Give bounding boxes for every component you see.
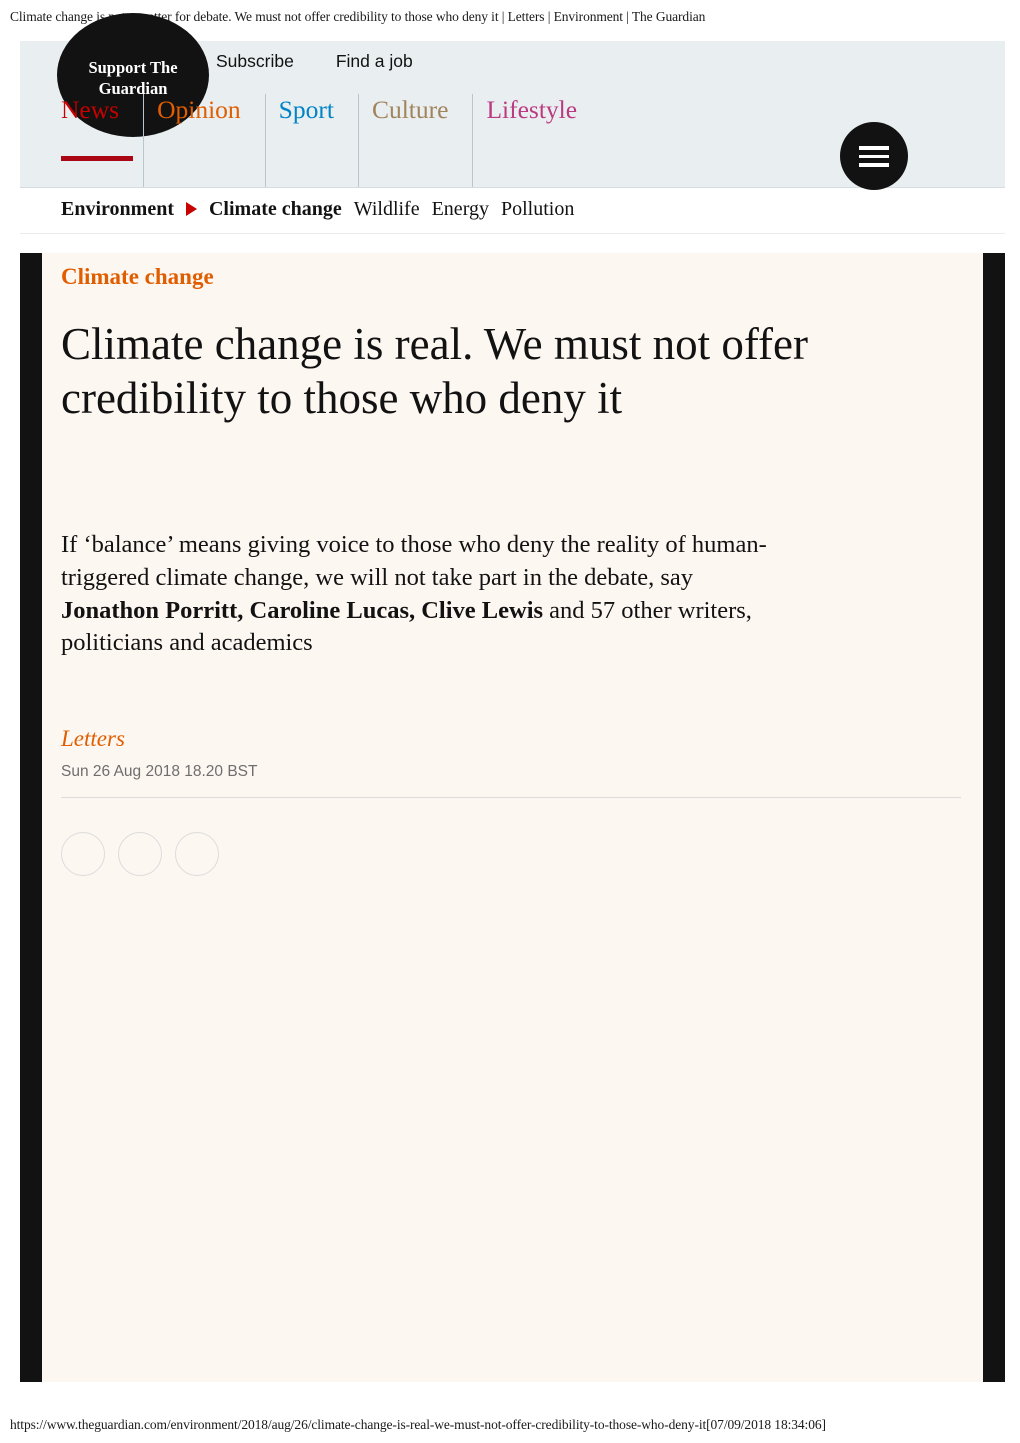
pillar-opinion-label: Opinion bbox=[157, 95, 241, 124]
twitter-share-icon[interactable] bbox=[118, 831, 162, 876]
hamburger-bar-middle bbox=[859, 154, 889, 158]
pillar-opinion[interactable]: Opinion bbox=[143, 94, 253, 187]
utility-link-subscribe[interactable]: Subscribe bbox=[216, 52, 294, 71]
pillar-news-underline bbox=[61, 156, 133, 161]
pillar-lifestyle-label: Lifestyle bbox=[486, 95, 578, 124]
article-byline[interactable]: Letters bbox=[61, 726, 963, 752]
article-left-edge-bar bbox=[20, 253, 42, 1382]
page-title: Climate change is real. We must not offe… bbox=[61, 318, 809, 424]
pillar-news-label: News bbox=[61, 95, 120, 124]
hamburger-bar-top bbox=[859, 146, 889, 150]
email-share-icon[interactable] bbox=[175, 831, 219, 876]
section-subnav: Environment Climate change Wildlife Ener… bbox=[20, 187, 1005, 234]
article-container: Climate change Climate change is real. W… bbox=[20, 253, 1005, 1382]
subnav-item-wildlife[interactable]: Wildlife bbox=[354, 198, 420, 221]
subnav-item-pollution[interactable]: Pollution bbox=[501, 198, 574, 221]
article-publish-date: Sun 26 Aug 2018 18.20 BST bbox=[61, 762, 258, 780]
standfirst-authors: Jonathon Porritt, Caroline Lucas, Clive … bbox=[61, 596, 544, 624]
hamburger-bar-bottom bbox=[859, 163, 889, 167]
hamburger-icon[interactable] bbox=[840, 122, 908, 190]
pillar-sport-label: Sport bbox=[278, 95, 334, 124]
pillar-culture-label: Culture bbox=[371, 95, 449, 124]
utility-link-find-a-job[interactable]: Find a job bbox=[336, 52, 413, 71]
pillar-sport[interactable]: Sport bbox=[264, 94, 346, 187]
print-footer-url: https://www.theguardian.com/environment/… bbox=[10, 1417, 826, 1432]
article-kicker[interactable]: Climate change bbox=[61, 263, 963, 291]
subnav-item-climate-change[interactable]: Climate change bbox=[209, 198, 342, 221]
pillar-nav: News Opinion Sport Culture Lifestyle bbox=[61, 94, 601, 187]
byline-divider bbox=[61, 796, 961, 798]
pillar-news[interactable]: News bbox=[61, 94, 133, 187]
subnav-item-energy[interactable]: Energy bbox=[432, 198, 489, 221]
triangle-right-icon bbox=[185, 202, 197, 216]
article-right-edge-bar bbox=[983, 253, 1005, 1382]
pillar-lifestyle[interactable]: Lifestyle bbox=[472, 94, 589, 187]
support-the-guardian-label: Support The Guardian bbox=[88, 58, 178, 99]
facebook-share-icon[interactable] bbox=[61, 831, 105, 876]
share-buttons bbox=[61, 831, 963, 876]
utility-nav: Subscribe Find a job bbox=[216, 52, 413, 71]
pillar-culture[interactable]: Culture bbox=[357, 94, 461, 187]
article-standfirst: If ‘balance’ means giving voice to those… bbox=[61, 529, 781, 659]
subnav-item-environment[interactable]: Environment bbox=[61, 198, 174, 221]
standfirst-text-start: If ‘balance’ means giving voice to those… bbox=[61, 531, 767, 592]
